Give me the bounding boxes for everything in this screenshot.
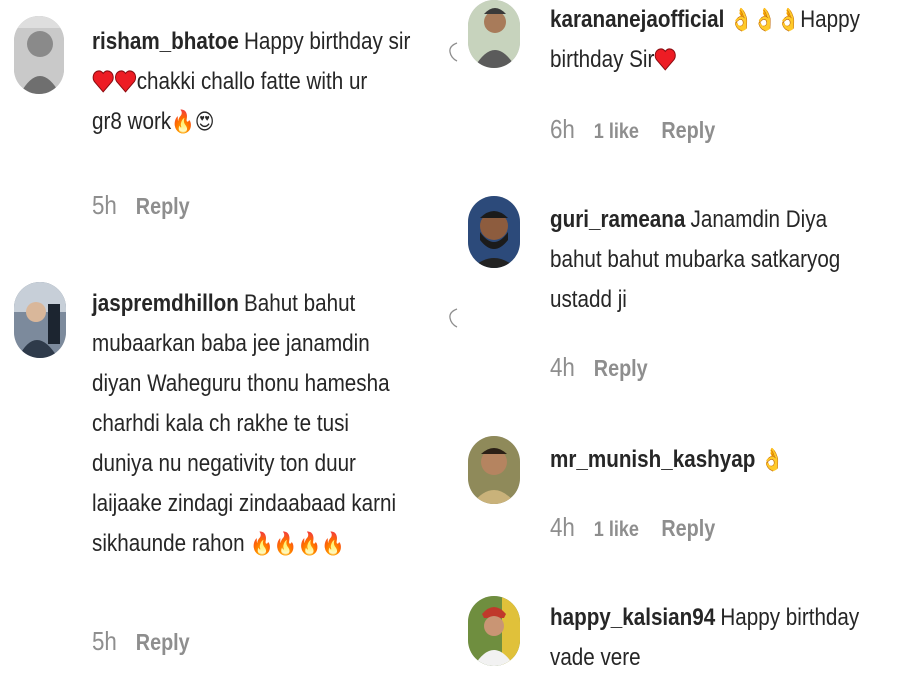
- ok-hand-emoji: 👌: [760, 447, 785, 472]
- comment-text: sikhaunde rahon 🔥🔥🔥🔥: [92, 524, 396, 564]
- comment-time[interactable]: 4h: [550, 512, 575, 542]
- heart-eyes-emoji: 😍: [194, 109, 215, 134]
- avatar-photo: [14, 16, 64, 94]
- comment-line: ustadd ji: [550, 286, 627, 313]
- comment-time[interactable]: 5h: [92, 190, 117, 220]
- reply-button[interactable]: Reply: [136, 629, 190, 655]
- avatar[interactable]: [468, 196, 520, 268]
- comment-line: diyan Waheguru thonu hamesha: [92, 370, 390, 397]
- reply-button[interactable]: Reply: [661, 117, 715, 143]
- comment-text: karananejaofficial 👌👌👌Happy: [550, 0, 860, 40]
- reply-button[interactable]: Reply: [136, 193, 190, 219]
- comment-username[interactable]: risham_bhatoe: [92, 28, 239, 55]
- comment-line: Happy birthday: [720, 604, 860, 631]
- comment-item: guri_rameana Janamdin Diya bahut bahut mu…: [460, 190, 900, 400]
- comment-time[interactable]: 5h: [92, 626, 117, 656]
- comment-item: mr_munish_kashyap 👌 4h 1 like Reply: [460, 430, 900, 580]
- comment-line: Janamdin Diya: [690, 206, 828, 233]
- comment-username[interactable]: jaspremdhillon: [92, 290, 239, 317]
- comment-line: charhdi kala ch rakhe te tusi: [92, 410, 349, 437]
- fire-emoji: 🔥: [297, 531, 322, 556]
- comment-text: chakki challo fatte with ur: [92, 62, 410, 102]
- heart-icon: [92, 70, 114, 93]
- comment-line: vade vere: [550, 644, 641, 671]
- avatar-photo: [468, 596, 520, 666]
- comment-item: happy_kalsian94 Happy birthday vade vere: [460, 590, 900, 700]
- comment-time[interactable]: 6h: [550, 114, 575, 144]
- reply-button[interactable]: Reply: [594, 355, 648, 381]
- avatar[interactable]: [14, 282, 66, 358]
- comment-line: Bahut bahut: [243, 290, 356, 317]
- heart-icon: [115, 70, 137, 93]
- comment-text: mr_munish_kashyap 👌: [550, 440, 784, 480]
- avatar[interactable]: [468, 0, 520, 68]
- fire-emoji: 🔥: [273, 531, 298, 556]
- avatar[interactable]: [14, 16, 64, 94]
- comment-meta: 5h Reply: [92, 190, 190, 221]
- fire-emoji: 🔥: [171, 109, 195, 134]
- avatar-photo: [14, 282, 66, 358]
- likes-count[interactable]: 1 like: [594, 518, 639, 541]
- comment-line: Happy: [800, 6, 860, 33]
- comment-username[interactable]: mr_munish_kashyap: [550, 446, 755, 473]
- comment-meta: 6h 1 like Reply: [550, 114, 715, 145]
- reply-button[interactable]: Reply: [661, 515, 715, 541]
- avatar-photo: [468, 436, 520, 504]
- ok-hand-emoji: 👌: [753, 7, 777, 32]
- comment-line: gr8 work: [92, 108, 172, 135]
- avatar[interactable]: [468, 596, 520, 666]
- fire-emoji: 🔥: [321, 531, 345, 556]
- comment-text: happy_kalsian94 Happy birthday: [550, 598, 859, 638]
- comment-meta: 4h Reply: [550, 352, 648, 383]
- comment-line: chakki challo fatte with ur: [136, 68, 368, 95]
- comment-line: duniya nu negativity ton duur: [92, 450, 356, 477]
- comment-text: birthday Sir: [550, 40, 860, 80]
- heart-outline-icon[interactable]: [448, 308, 458, 328]
- comment-line: Happy birthday sir: [243, 28, 411, 55]
- comment-text: gr8 work🔥😍: [92, 102, 410, 142]
- ok-hand-emoji: 👌: [729, 7, 754, 32]
- comment-line: mubaarkan baba jee janamdin: [92, 330, 370, 357]
- avatar[interactable]: [468, 436, 520, 504]
- comment-meta: 5h Reply: [92, 626, 190, 657]
- comment-time[interactable]: 4h: [550, 352, 575, 382]
- comment-line: bahut bahut mubarka satkaryog: [550, 246, 841, 273]
- comment-line: laijaake zindagi zindaabaad karni: [92, 490, 397, 517]
- heart-icon: [655, 48, 677, 71]
- heart-outline-icon[interactable]: [448, 42, 458, 62]
- ok-hand-emoji: 👌: [776, 7, 801, 32]
- comment-text: jaspremdhillon Bahut bahut: [92, 284, 396, 324]
- comment-item: karananejaofficial 👌👌👌Happy birthday Sir …: [460, 0, 900, 180]
- comment-username[interactable]: happy_kalsian94: [550, 604, 715, 631]
- comment-username[interactable]: karananejaofficial: [550, 6, 724, 33]
- comment-line: birthday Sir: [550, 46, 655, 73]
- comment-username[interactable]: guri_rameana: [550, 206, 685, 233]
- avatar-photo: [468, 0, 520, 68]
- comment-line: sikhaunde rahon: [92, 530, 245, 557]
- fire-emoji: 🔥: [250, 531, 274, 556]
- comment-text: guri_rameana Janamdin Diya: [550, 200, 840, 240]
- comment-meta: 4h 1 like Reply: [550, 512, 715, 543]
- comment-item: jaspremdhillon Bahut bahut mubaarkan baba…: [0, 260, 440, 700]
- likes-count[interactable]: 1 like: [594, 120, 639, 143]
- comment-text: risham_bhatoe Happy birthday sir: [92, 22, 410, 62]
- comment-item: risham_bhatoe Happy birthday sir chakki c…: [0, 0, 440, 240]
- avatar-photo: [468, 196, 520, 268]
